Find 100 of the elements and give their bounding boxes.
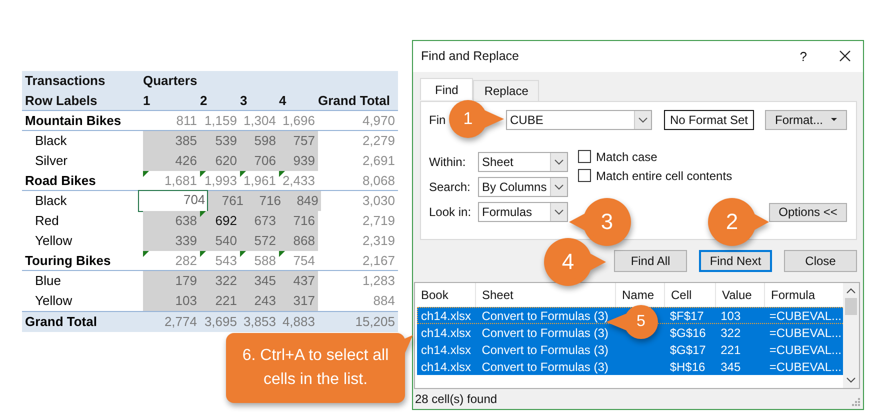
table-cell: 243 [240, 291, 279, 311]
table-cell-text: ch14.xlsx [420, 326, 472, 340]
scroll-up-icon[interactable] [846, 288, 856, 294]
table-cell-text: 2,279 [361, 132, 396, 150]
field-label: Within: [429, 154, 467, 169]
table-cell-text: 2,167 [361, 252, 396, 270]
table-cell-text: 3,695 [203, 313, 238, 331]
tab[interactable]: Replace [473, 80, 540, 101]
table-cell-text: $H$16 [668, 360, 706, 374]
table-cell: 704 [138, 190, 208, 212]
table-cell-text: 1,283 [361, 272, 396, 290]
table-cell-text: 1,304 [242, 112, 277, 130]
table-cell: 1,993 [200, 171, 240, 190]
find-field[interactable]: CUBE [506, 110, 652, 130]
table-cell-text: 884 [372, 292, 396, 310]
table-cell-text: $F$17 [668, 308, 705, 323]
result-row[interactable]: ch14.xlsx Convert to Formulas (3) $G$17 221 =CUBEVAL... [417, 341, 845, 358]
field-label: Search: [429, 180, 472, 194]
table-cell: 385 [143, 131, 200, 151]
table-cell-text: 3,030 [361, 192, 396, 210]
field-label: Fin [429, 112, 446, 127]
table-cell: 282 [143, 251, 200, 270]
dropdown[interactable]: Formulas [478, 202, 568, 222]
table-cell: 716 [279, 211, 318, 231]
row-label: Black [34, 192, 68, 210]
column-header: Grand Total [318, 92, 391, 110]
step-callout: 3 [569, 198, 631, 246]
scroll-thumb[interactable] [845, 298, 857, 316]
column-header: 3 [240, 92, 248, 110]
column-header: 4 [279, 92, 288, 110]
format-button[interactable]: Format... [765, 110, 847, 130]
column-header: Row Labels [24, 92, 98, 110]
options-button[interactable]: Options << [769, 202, 847, 222]
table-cell: 716 [246, 191, 284, 211]
table-cell-text: ch14.xlsx [420, 308, 472, 323]
tab[interactable]: Find [420, 78, 474, 100]
row-label: Yellow [34, 292, 74, 310]
table-cell: 572 [240, 231, 279, 251]
resize-grip-icon[interactable] [851, 397, 860, 406]
table-cell: 757 [279, 131, 318, 151]
table-cell-text: 2,319 [361, 232, 396, 250]
table-cell: 939 [279, 151, 318, 171]
table-cell: 620 [200, 151, 240, 171]
table-cell: 322 [200, 271, 240, 291]
table-cell: 692 [200, 211, 240, 231]
format-preview: No Format Set [664, 110, 754, 130]
dropdown[interactable]: By Columns [478, 176, 568, 197]
table-cell-text: 2,691 [361, 152, 396, 170]
row-label: Road Bikes [24, 172, 97, 190]
help-button[interactable]: ? [800, 48, 807, 64]
scroll-down-icon[interactable] [846, 377, 856, 384]
dropdown[interactable]: Sheet [478, 152, 568, 172]
table-cell: 849 [284, 191, 322, 211]
table-cell-text: ch14.xlsx [420, 342, 472, 357]
column-header: Quarters [143, 72, 198, 90]
table-cell: 1,961 [240, 171, 279, 190]
row-label: Grand Total [24, 313, 98, 331]
table-cell: 588 [240, 251, 279, 270]
row-label: Black [34, 132, 68, 150]
row-label: Yellow [34, 232, 74, 250]
table-cell-text: Convert to Formulas (3) [480, 342, 610, 357]
table-cell-text: 2,719 [361, 212, 396, 230]
close-icon[interactable] [839, 50, 851, 62]
table-cell-text: Convert to Formulas (3) [480, 360, 610, 374]
table-cell-text: 345 [720, 360, 742, 374]
step-callout: 4 [544, 238, 606, 286]
table-cell: 437 [279, 271, 318, 291]
table-cell-text: $G$17 [668, 342, 707, 357]
table-cell-text: $G$16 [668, 326, 707, 340]
row-label: Touring Bikes [24, 252, 112, 270]
checkbox[interactable] [578, 150, 591, 164]
window-title: Find and Replace [421, 49, 520, 64]
checkbox[interactable] [578, 169, 591, 182]
scrollbar[interactable] [843, 283, 859, 388]
table-cell: 761 [208, 191, 247, 211]
table-cell-text: 1,159 [203, 112, 238, 130]
table-cell: 221 [200, 291, 240, 311]
step-callout: 2 [708, 198, 769, 246]
dialog-button[interactable]: Find Next [699, 250, 772, 272]
dialog-button[interactable]: Find All [614, 250, 687, 272]
status-text: 28 cell(s) found [415, 392, 498, 406]
table-cell: 339 [143, 231, 200, 251]
table-cell-text: 811 [175, 112, 198, 130]
row-label: Mountain Bikes [24, 112, 122, 130]
table-cell: 598 [240, 131, 279, 151]
table-cell: 754 [279, 251, 318, 270]
result-row[interactable]: ch14.xlsx Convert to Formulas (3) $H$16 345 =CUBEVAL... [417, 358, 845, 376]
column-header: Transactions [24, 72, 106, 90]
row-label: Blue [34, 272, 62, 290]
table-cell: 868 [279, 231, 318, 251]
caret-icon [831, 118, 837, 122]
table-cell-text: 221 [720, 342, 742, 357]
table-cell: 543 [200, 251, 240, 270]
row-label: Silver [34, 152, 69, 170]
table-cell-text: =CUBEVAL... [768, 342, 843, 357]
dialog-button[interactable]: Close [784, 250, 857, 272]
table-cell: 426 [143, 151, 200, 171]
table-cell: 345 [240, 271, 279, 291]
column-header: 1 [143, 92, 152, 110]
checkbox-label: Match entire cell contents [596, 168, 732, 183]
